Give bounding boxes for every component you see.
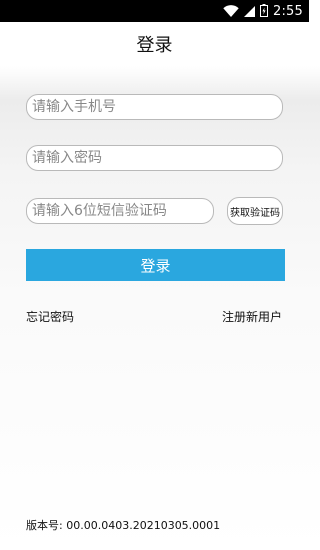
title-bar: 登录 [0,22,309,66]
password-input[interactable] [32,146,282,170]
phone-input-container [26,94,283,120]
forgot-password-link[interactable]: 忘记密码 [26,308,74,325]
register-link[interactable]: 注册新用户 [222,308,282,325]
version-value: 00.00.0403.20210305.0001 [66,519,221,532]
wifi-icon [223,2,239,21]
battery-icon [260,2,268,21]
get-code-button[interactable]: 获取验证码 [227,197,283,225]
cellular-signal-icon [244,2,255,21]
status-icons: 2:55 [223,0,303,22]
phone-input[interactable] [32,95,282,119]
status-bar: 2:55 [0,0,309,22]
password-input-container [26,145,283,171]
login-button[interactable]: 登录 [26,249,285,281]
version-label: 版本号: [26,519,63,532]
sms-code-input[interactable] [32,199,213,223]
sms-code-input-container [26,198,214,224]
status-time: 2:55 [273,3,303,19]
version-info: 版本号: 00.00.0403.20210305.0001 [26,517,220,533]
page-title: 登录 [136,35,173,56]
